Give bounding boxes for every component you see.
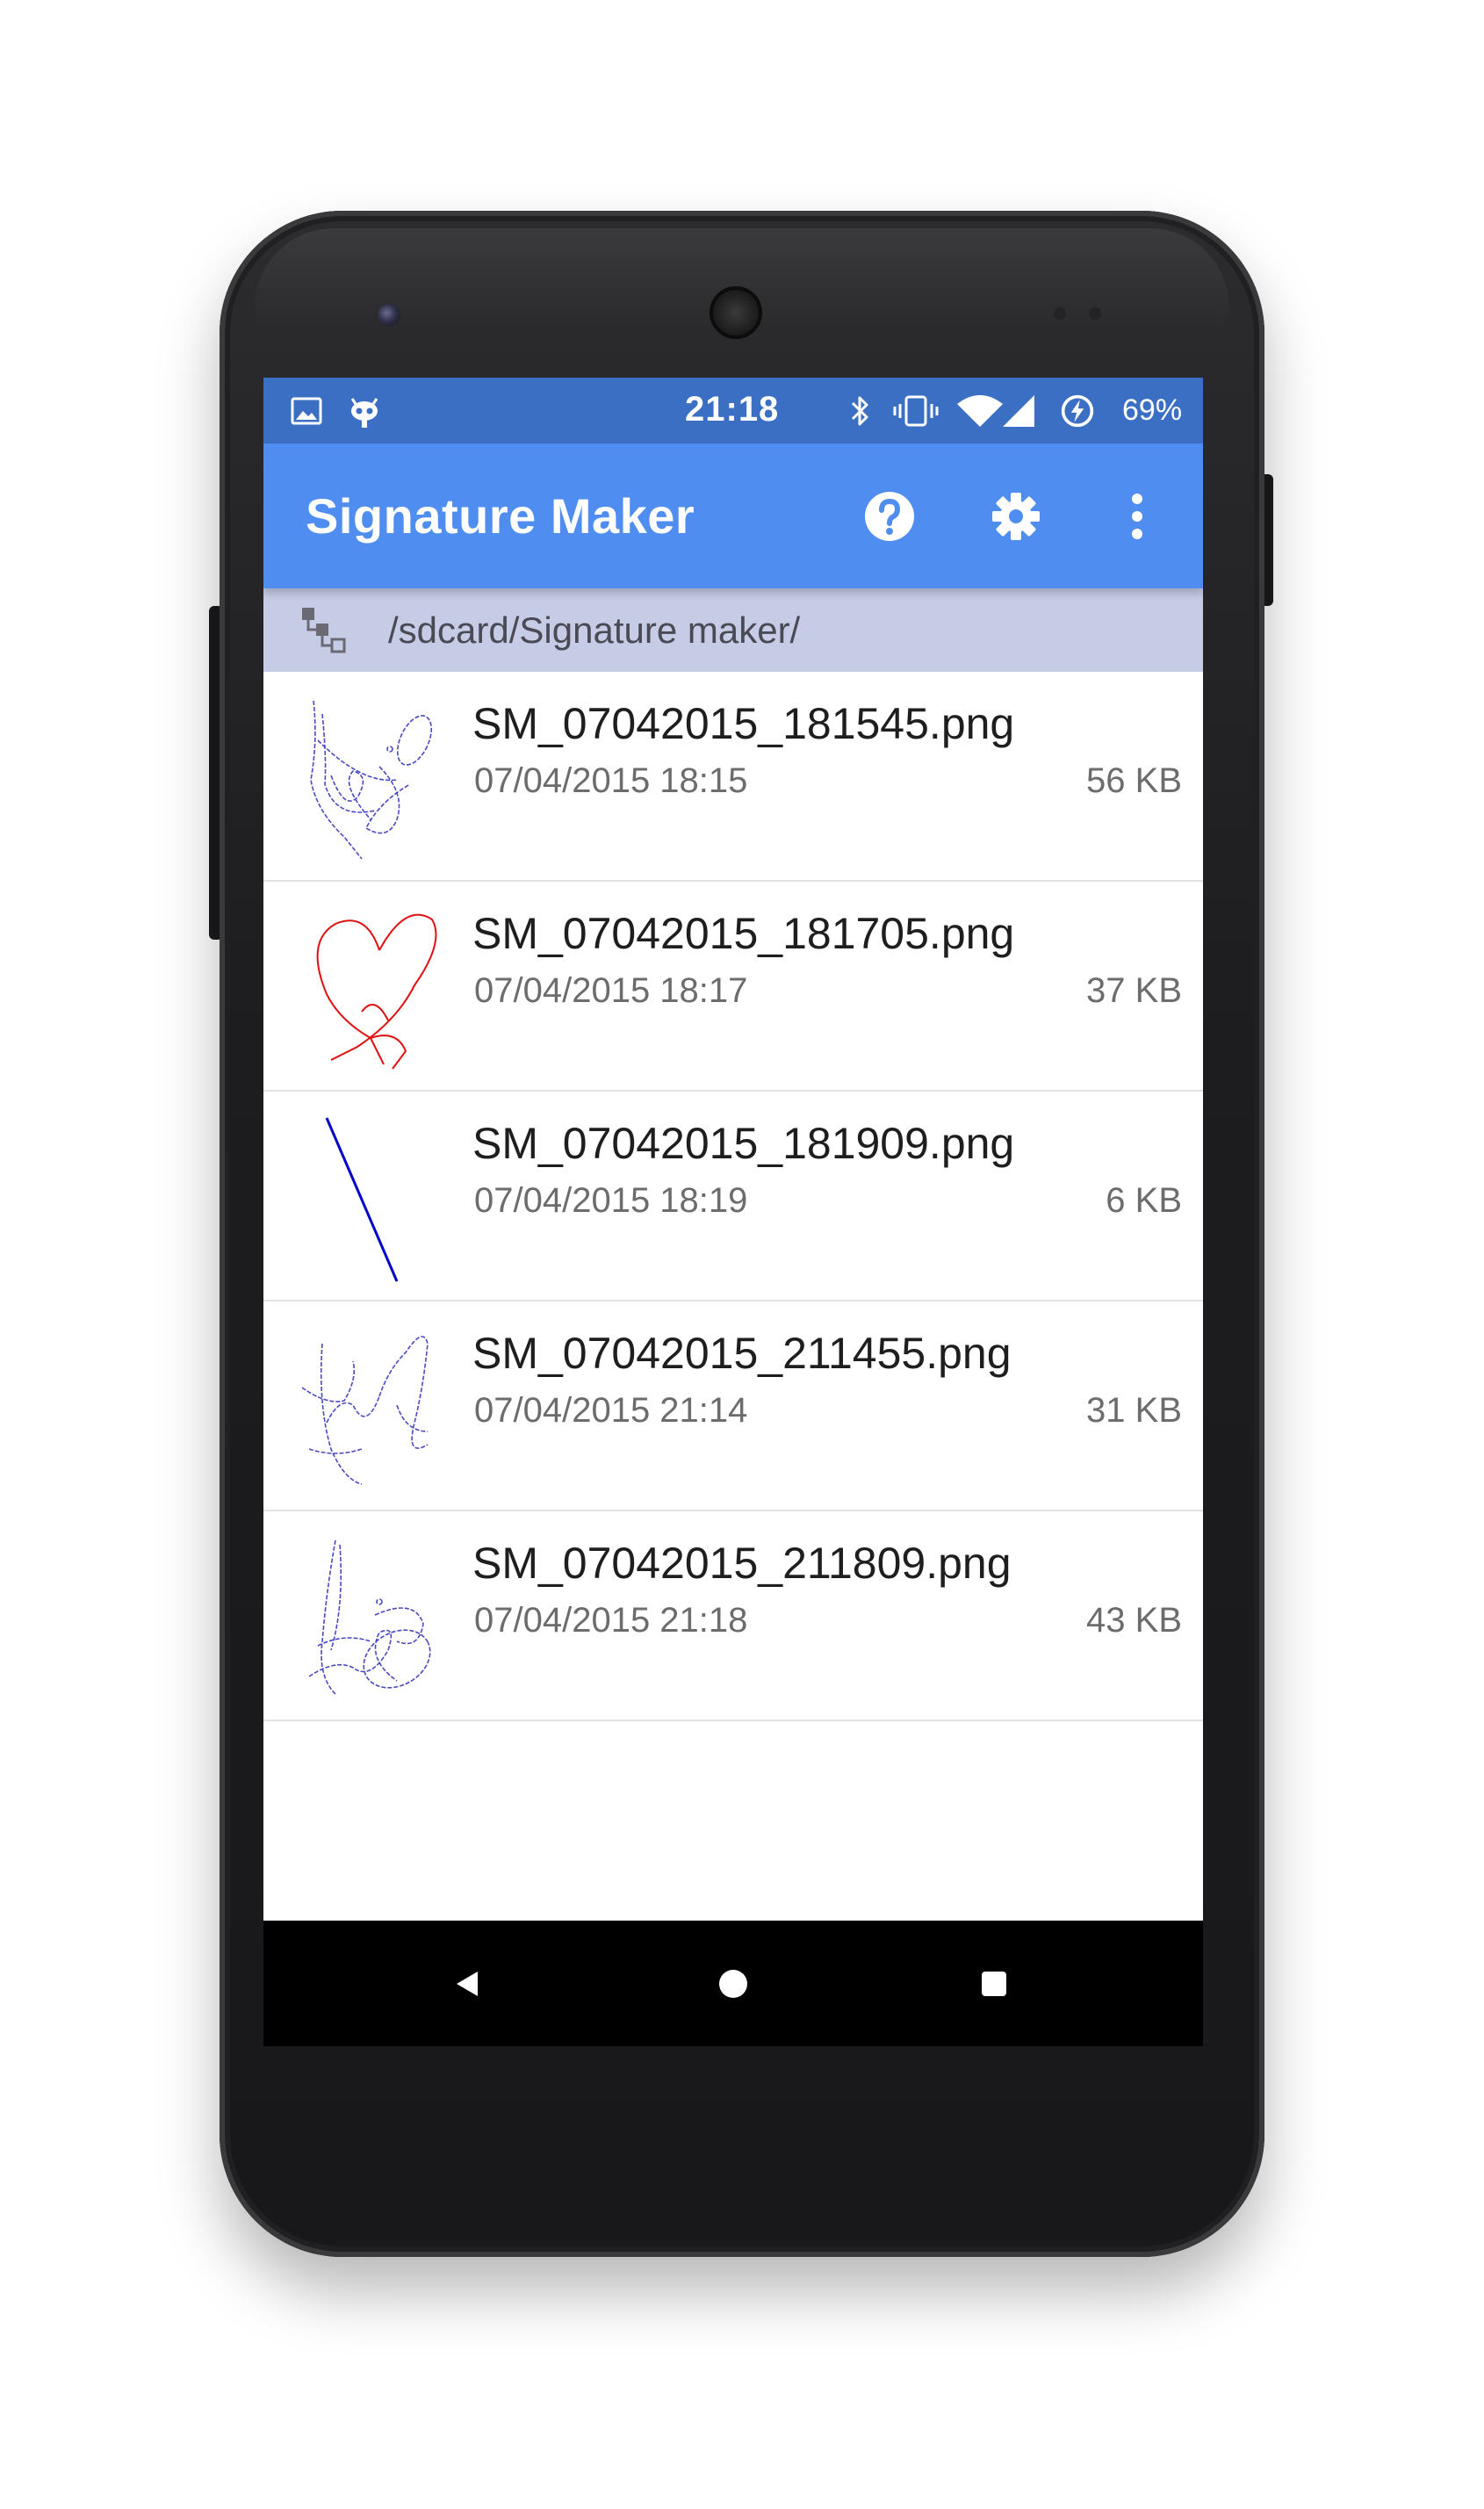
signature-thumbnail	[301, 1336, 429, 1485]
home-icon	[719, 1970, 747, 1998]
file-list-item[interactable]: SM_07042015_211809.png 07/04/2015 21:18 …	[263, 1511, 1203, 1721]
file-size: 56 KB	[1086, 761, 1182, 800]
settings-icon	[992, 493, 1040, 540]
file-date: 07/04/2015 18:19	[474, 1181, 748, 1220]
file-name: SM_07042015_181545.png	[472, 699, 1015, 748]
phone-screen: 21:18 69% Signature Maker /sdcard/Signat…	[263, 378, 1203, 2046]
recents-button[interactable]	[966, 1956, 1022, 2012]
file-list-item[interactable]: SM_07042015_211455.png 07/04/2015 21:14 …	[263, 1301, 1203, 1511]
home-button[interactable]	[705, 1956, 761, 2012]
current-path: /sdcard/Signature maker/	[388, 609, 801, 651]
earpiece-speaker	[710, 286, 762, 339]
navigation-bar	[263, 1921, 1203, 2046]
battery-charging-icon	[1061, 394, 1094, 428]
file-name: SM_07042015_211455.png	[472, 1329, 1012, 1378]
settings-button[interactable]	[985, 486, 1047, 547]
proximity-sensor	[1054, 307, 1066, 320]
folder-tree-icon	[302, 608, 346, 653]
app-toolbar: Signature Maker	[263, 443, 1203, 588]
signal-icon	[1003, 395, 1034, 427]
help-button[interactable]	[859, 486, 920, 547]
file-list-item[interactable]: SM_07042015_181909.png 07/04/2015 18:19 …	[263, 1092, 1203, 1301]
status-bar: 21:18 69%	[263, 378, 1203, 443]
signature-thumbnail	[316, 913, 437, 1070]
file-size: 31 KB	[1086, 1391, 1182, 1430]
file-date: 07/04/2015 21:18	[474, 1601, 748, 1640]
file-size: 6 KB	[1106, 1181, 1182, 1220]
file-list: SM_07042015_181545.png 07/04/2015 18:15 …	[263, 672, 1203, 1721]
light-sensor	[1089, 307, 1101, 320]
file-list-item[interactable]: SM_07042015_181545.png 07/04/2015 18:15 …	[263, 672, 1203, 882]
overflow-menu-button[interactable]	[1106, 486, 1168, 547]
file-date: 07/04/2015 18:15	[474, 761, 748, 800]
cyanogen-mod-icon	[350, 398, 378, 428]
recents-icon	[982, 1972, 1006, 1996]
image-notification-icon	[291, 397, 322, 425]
front-camera	[378, 304, 400, 327]
file-date: 07/04/2015 21:14	[474, 1391, 748, 1430]
file-list-item[interactable]: SM_07042015_181705.png 07/04/2015 18:17 …	[263, 882, 1203, 1092]
battery-percent: 69%	[1122, 393, 1183, 427]
file-name: SM_07042015_181705.png	[472, 909, 1015, 958]
signature-thumbnail	[308, 1539, 431, 1695]
overflow-menu-icon	[1132, 494, 1142, 539]
current-path-bar[interactable]: /sdcard/Signature maker/	[263, 588, 1203, 672]
back-button[interactable]	[439, 1956, 495, 2012]
app-title: Signature Maker	[306, 488, 695, 544]
file-size: 43 KB	[1086, 1601, 1182, 1640]
file-date: 07/04/2015 18:17	[474, 971, 748, 1010]
bluetooth-icon	[851, 396, 868, 426]
signature-thumbnail	[325, 1117, 399, 1282]
wifi-icon	[957, 395, 1003, 427]
back-icon	[457, 1972, 478, 1996]
vibrate-icon	[893, 395, 939, 427]
file-name: SM_07042015_181909.png	[472, 1119, 1015, 1168]
status-time: 21:18	[685, 390, 780, 429]
signature-thumbnail	[310, 700, 433, 860]
file-name: SM_07042015_211809.png	[472, 1539, 1012, 1588]
help-icon	[865, 492, 914, 541]
file-size: 37 KB	[1086, 971, 1182, 1010]
